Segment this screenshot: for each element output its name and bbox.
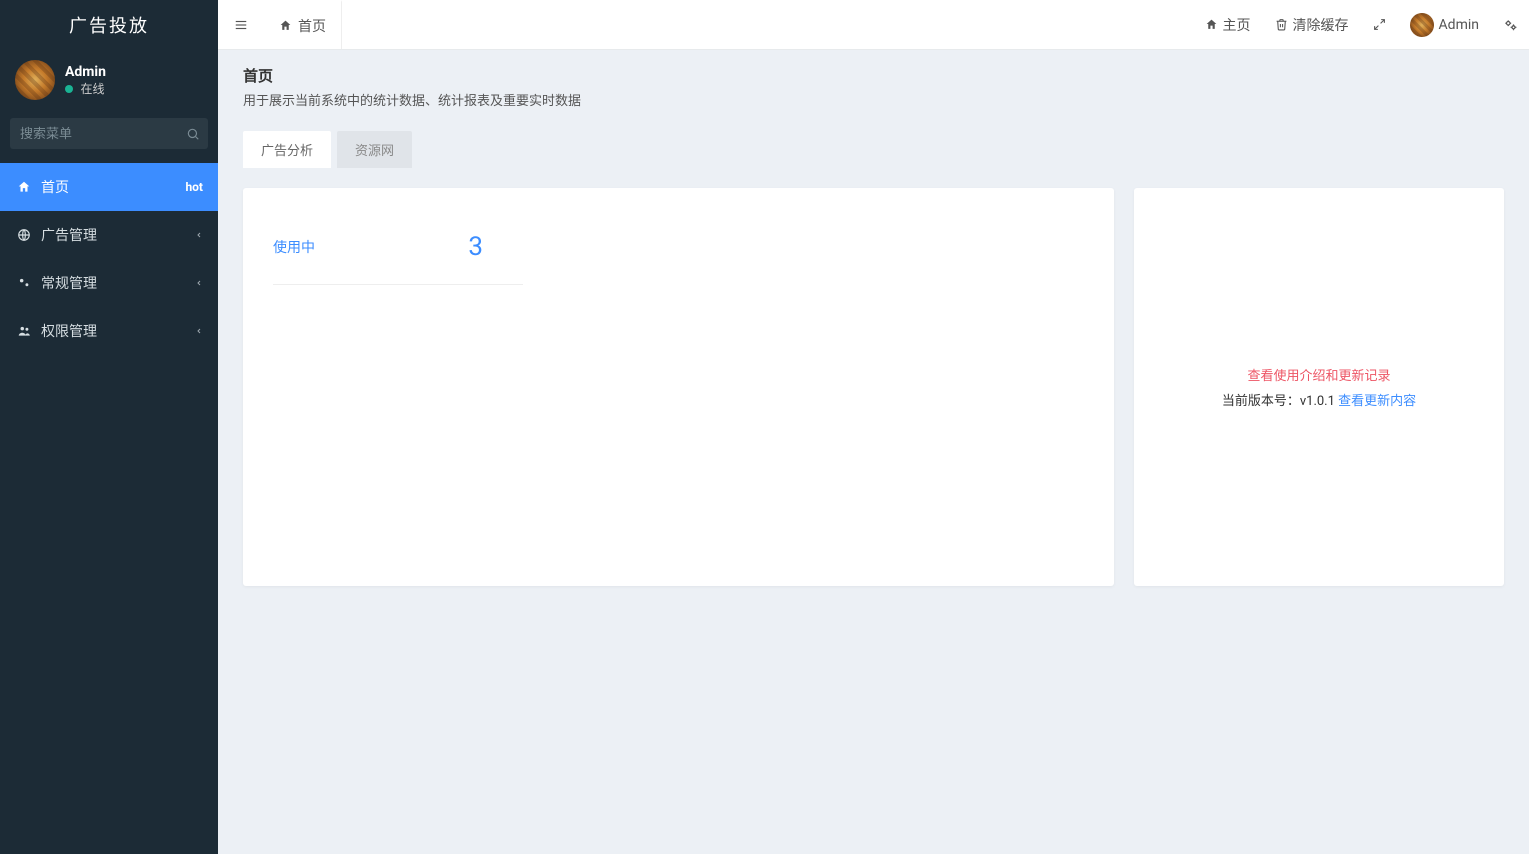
fullscreen-button[interactable] <box>1361 0 1398 49</box>
chevron-left-icon <box>195 326 203 337</box>
search-button[interactable] <box>178 118 208 149</box>
cogs-icon <box>15 275 33 291</box>
info-panel: 查看使用介绍和更新记录 当前版本号：v1.0.1 查看更新内容 <box>1134 188 1504 586</box>
home-icon <box>15 179 33 195</box>
version-row: 当前版本号：v1.0.1 查看更新内容 <box>1222 390 1416 409</box>
main: 首页 主页 清除缓存 Admin <box>218 0 1529 854</box>
app-logo[interactable]: 广告投放 <box>0 0 218 50</box>
user-menu[interactable]: Admin <box>1398 0 1491 49</box>
cogs-icon <box>1503 18 1517 32</box>
stat-row-in-use: 使用中 3 <box>273 218 523 285</box>
content-tabs: 广告分析 资源网 <box>243 131 1504 168</box>
home-link[interactable]: 主页 <box>1193 0 1263 49</box>
stats-panel: 使用中 3 <box>243 188 1114 586</box>
content-tab-label: 广告分析 <box>261 144 313 159</box>
clear-cache-button[interactable]: 清除缓存 <box>1263 0 1361 49</box>
home-link-label: 主页 <box>1223 15 1251 35</box>
app-name: 广告投放 <box>69 12 149 38</box>
stat-value: 3 <box>468 232 483 262</box>
clear-cache-label: 清除缓存 <box>1293 15 1349 35</box>
nav-tab-label: 首页 <box>298 16 326 36</box>
content-area: 首页 用于展示当前系统中的统计数据、统计报表及重要实时数据 广告分析 资源网 使… <box>218 50 1529 854</box>
tab-ad-analysis[interactable]: 广告分析 <box>243 131 331 168</box>
menu-item-label: 首页 <box>41 177 69 197</box>
user-status-label: 在线 <box>80 82 104 96</box>
users-icon <box>15 323 33 339</box>
menu-item-home[interactable]: 首页 hot <box>0 163 218 211</box>
page-title: 首页 <box>243 65 1504 86</box>
menu-item-label: 广告管理 <box>41 225 97 245</box>
page-header: 首页 用于展示当前系统中的统计数据、统计报表及重要实时数据 <box>218 50 1529 119</box>
trash-icon <box>1275 18 1288 31</box>
home-icon <box>279 18 292 33</box>
topbar: 首页 主页 清除缓存 Admin <box>218 0 1529 50</box>
sidebar: 广告投放 Admin 在线 首页 hot <box>0 0 218 854</box>
intro-link[interactable]: 查看使用介绍和更新记录 <box>1247 365 1390 384</box>
menu-item-permission[interactable]: 权限管理 <box>0 307 218 355</box>
version-number: v1.0.1 <box>1300 394 1335 409</box>
user-avatar[interactable] <box>15 60 55 100</box>
search-icon <box>186 127 200 141</box>
chevron-left-icon <box>195 230 203 241</box>
nav-tab-home[interactable]: 首页 <box>264 0 342 49</box>
user-menu-label: Admin <box>1439 17 1479 33</box>
page-desc: 用于展示当前系统中的统计数据、统计报表及重要实时数据 <box>243 90 1504 109</box>
chevron-left-icon <box>195 278 203 289</box>
menu-item-label: 常规管理 <box>41 273 97 293</box>
version-label: 当前版本号： <box>1222 394 1300 409</box>
online-dot-icon <box>65 85 73 93</box>
menu-item-ad-manage[interactable]: 广告管理 <box>0 211 218 259</box>
badge-hot: hot <box>185 180 203 194</box>
expand-icon <box>1373 18 1386 31</box>
stat-label: 使用中 <box>273 237 315 257</box>
sidebar-search <box>10 118 208 149</box>
content-tab-label: 资源网 <box>355 144 394 159</box>
update-link[interactable]: 查看更新内容 <box>1338 394 1416 409</box>
settings-button[interactable] <box>1491 0 1529 49</box>
menu-item-label: 权限管理 <box>41 321 97 341</box>
globe-icon <box>15 227 33 243</box>
bars-icon <box>234 18 248 32</box>
tab-resource-net[interactable]: 资源网 <box>337 131 412 168</box>
sidebar-user-panel: Admin 在线 <box>0 50 218 110</box>
menu-item-general[interactable]: 常规管理 <box>0 259 218 307</box>
toggle-sidebar-button[interactable] <box>218 0 264 49</box>
sidebar-menu: 首页 hot 广告管理 常规管理 <box>0 163 218 355</box>
user-avatar-small <box>1410 13 1434 37</box>
sidebar-user-name: Admin <box>65 64 106 80</box>
home-icon <box>1205 18 1218 31</box>
